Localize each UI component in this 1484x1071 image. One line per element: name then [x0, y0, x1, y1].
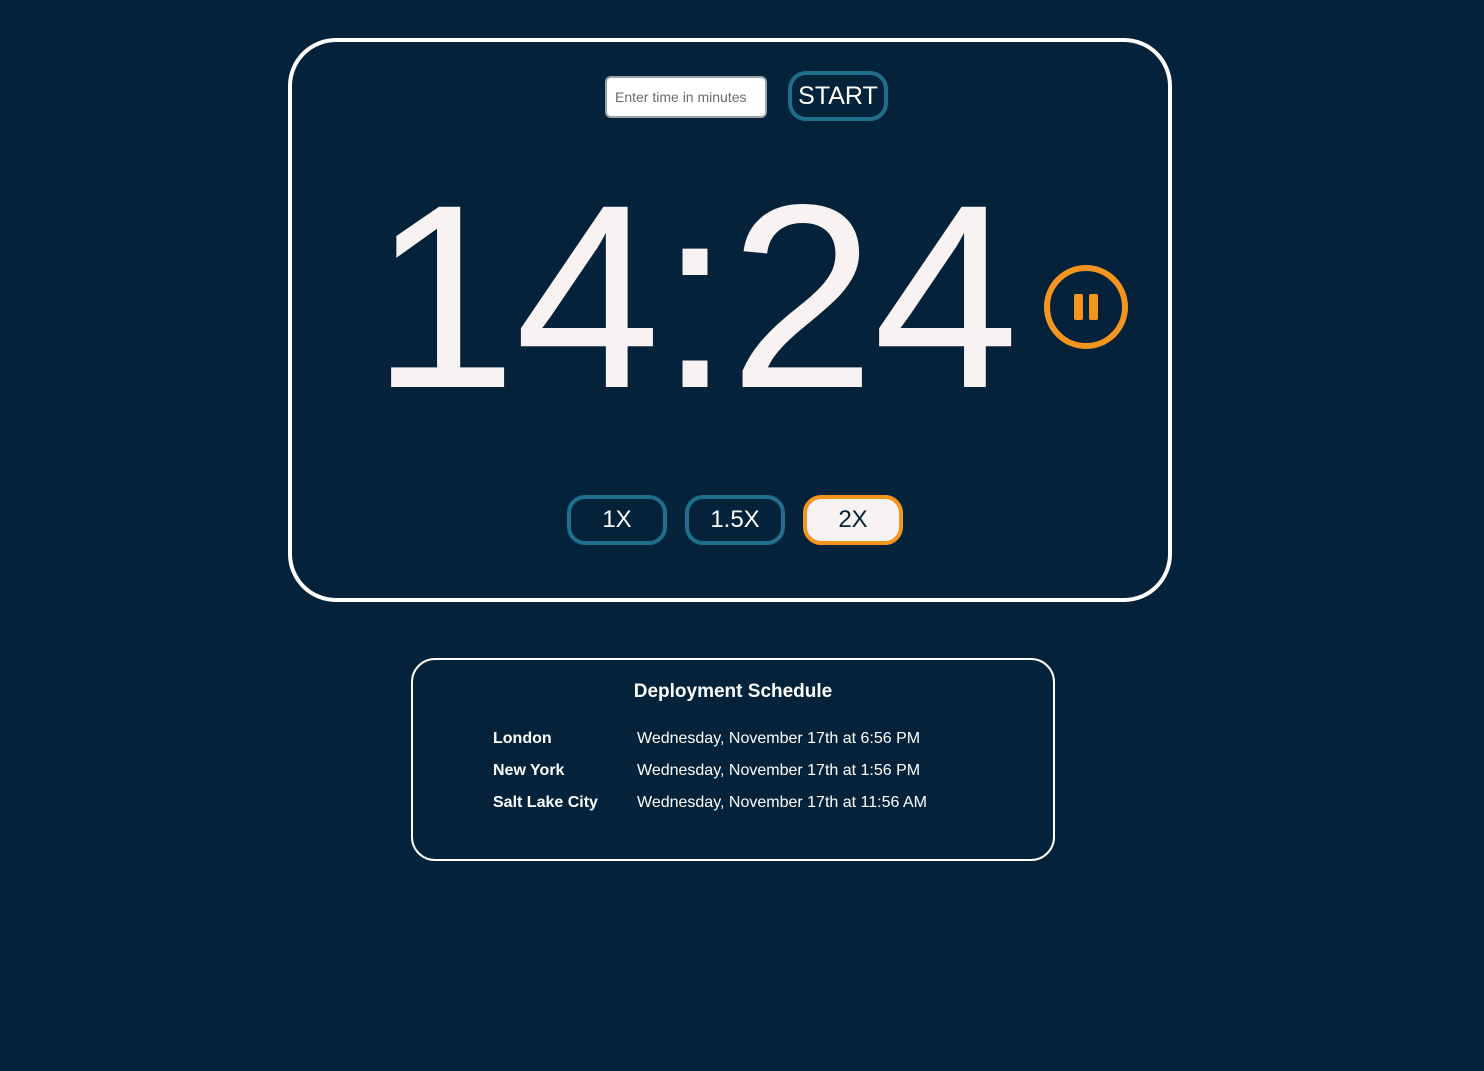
deployment-schedule-card: Deployment Schedule London Wednesday, No…: [411, 658, 1055, 861]
countdown-display: 14:24: [371, 150, 1019, 443]
timer-card: START 14:24 1X 1.5X 2X: [288, 38, 1172, 602]
time-input[interactable]: [605, 76, 767, 118]
pause-icon-bar-right: [1089, 294, 1098, 320]
speed-selector: 1X 1.5X 2X: [567, 495, 907, 547]
schedule-city: London: [493, 730, 552, 747]
pause-icon-bar-left: [1074, 294, 1083, 320]
schedule-time: Wednesday, November 17th at 6:56 PM: [637, 730, 921, 747]
schedule-city: New York: [493, 762, 565, 779]
speed-button-1x[interactable]: 1X: [567, 495, 667, 545]
schedule-title: Deployment Schedule: [633, 681, 833, 702]
start-button[interactable]: START: [788, 71, 888, 121]
schedule-city: Salt Lake City: [493, 794, 598, 811]
schedule-time: Wednesday, November 17th at 1:56 PM: [637, 762, 921, 779]
pause-button[interactable]: [1044, 265, 1128, 349]
speed-button-1-5x[interactable]: 1.5X: [685, 495, 785, 545]
schedule-time: Wednesday, November 17th at 11:56 AM: [637, 794, 927, 811]
speed-button-2x[interactable]: 2X: [803, 495, 903, 545]
